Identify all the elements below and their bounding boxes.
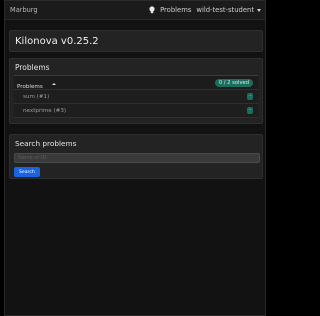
navbar-right: Problems wild-test-student <box>149 6 261 14</box>
problems-card: Problems Problems 0 / 2 solved sum (#1) … <box>9 58 263 124</box>
status-badge: - <box>247 107 253 114</box>
problem-link[interactable]: sum (#1) <box>23 94 49 100</box>
problem-row-sum[interactable]: sum (#1) - <box>14 90 258 104</box>
problem-link[interactable]: nextprime (#3) <box>23 108 66 114</box>
search-button[interactable]: Search <box>14 167 40 177</box>
user-menu[interactable]: wild-test-student <box>196 6 261 14</box>
page-title: Kilonova v0.25.2 <box>15 35 99 47</box>
solved-count-badge: 0 / 2 solved <box>214 78 253 87</box>
brand-link[interactable]: Marburg <box>10 6 38 14</box>
lightbulb-icon[interactable] <box>149 6 155 14</box>
column-header[interactable]: Problems <box>17 73 56 92</box>
sort-asc-icon <box>51 82 56 85</box>
username-label: wild-test-student <box>196 6 254 14</box>
search-input[interactable] <box>14 153 260 163</box>
top-navbar: Marburg Problems wild-test-student <box>5 1 265 20</box>
column-header-label: Problems <box>17 84 43 90</box>
search-card: Search problems Search <box>9 134 263 179</box>
problems-table-header[interactable]: Problems 0 / 2 solved <box>14 76 258 90</box>
search-section-title: Search problems <box>15 139 77 148</box>
chevron-down-icon <box>257 8 261 12</box>
status-badge: - <box>247 93 253 100</box>
problems-nav-link[interactable]: Problems <box>160 6 191 14</box>
page-container: Marburg Problems wild-test-student Kilon… <box>4 0 266 316</box>
title-card: Kilonova v0.25.2 <box>9 30 263 52</box>
problem-row-nextprime[interactable]: nextprime (#3) - <box>14 104 258 118</box>
problems-section-title: Problems <box>15 63 50 72</box>
problems-table: Problems 0 / 2 solved sum (#1) - nextpri… <box>14 76 258 118</box>
